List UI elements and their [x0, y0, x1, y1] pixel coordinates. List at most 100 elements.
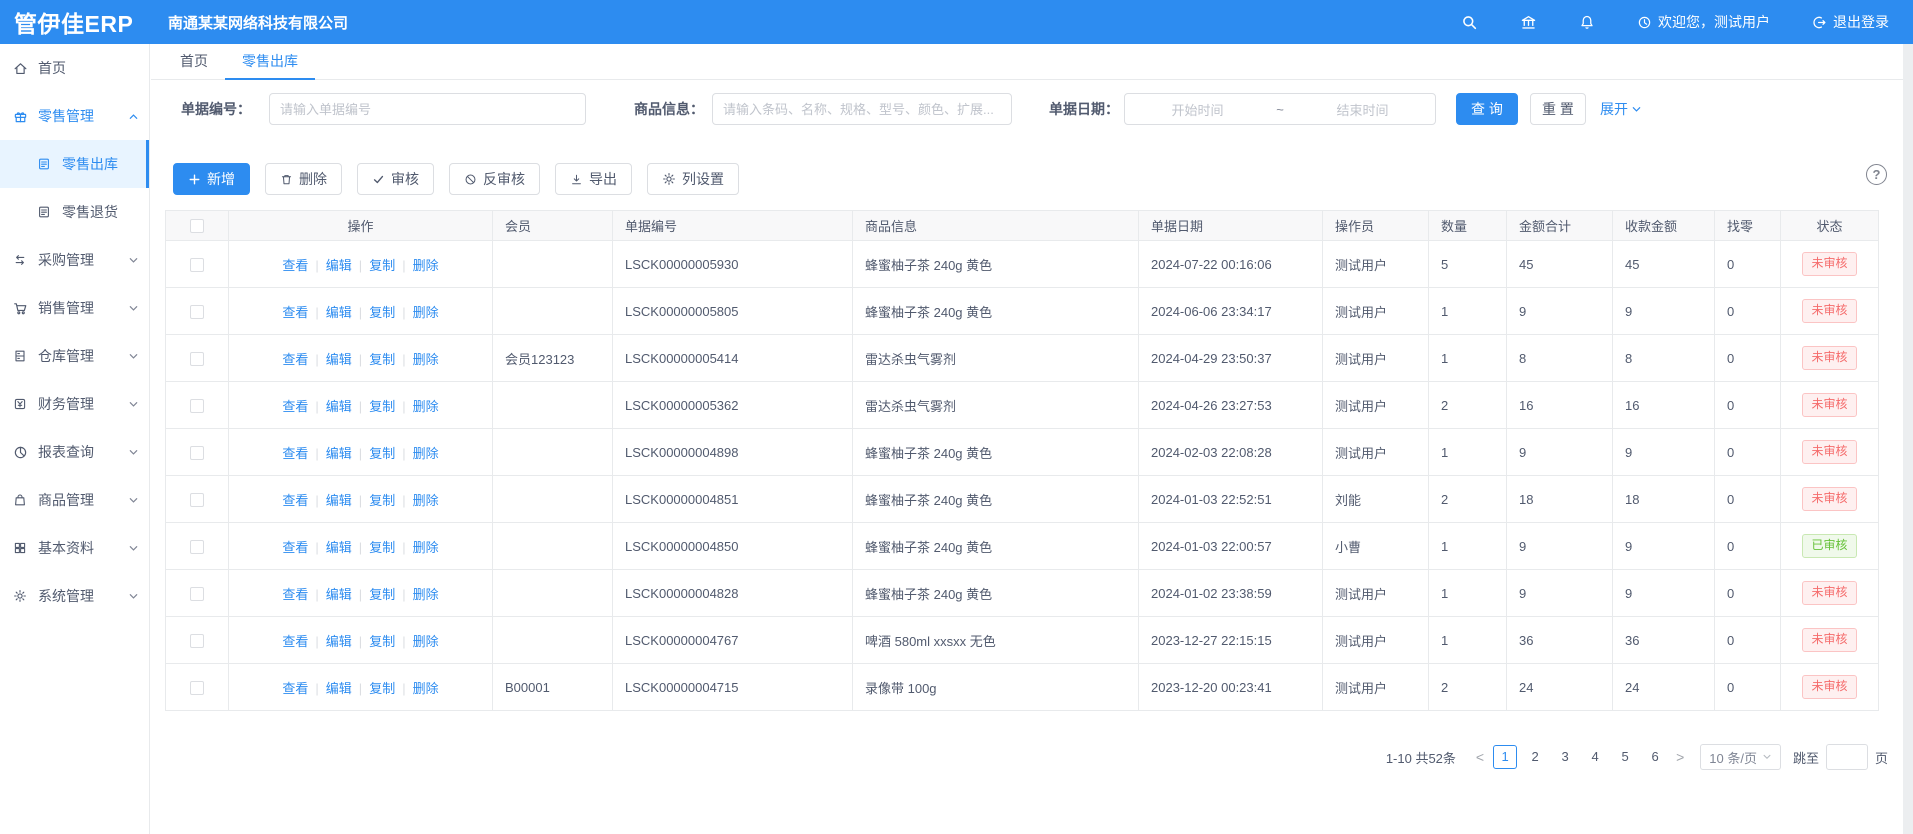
view-link[interactable]: 查看: [282, 681, 308, 696]
sidebar-item-report-query[interactable]: 报表查询: [0, 428, 149, 476]
edit-link[interactable]: 编辑: [326, 258, 352, 273]
edit-link[interactable]: 编辑: [326, 446, 352, 461]
row-checkbox[interactable]: [190, 352, 204, 366]
delete-link[interactable]: 删除: [413, 305, 439, 320]
expand-link[interactable]: 展开: [1600, 99, 1642, 119]
sidebar-item-finance-management[interactable]: 财务管理: [0, 380, 149, 428]
delete-link[interactable]: 删除: [413, 352, 439, 367]
cell-change: 0: [1715, 523, 1781, 570]
audit-button[interactable]: 审核: [357, 163, 434, 195]
copy-link[interactable]: 复制: [369, 446, 395, 461]
delete-link[interactable]: 删除: [413, 634, 439, 649]
page-1[interactable]: 1: [1493, 745, 1517, 769]
edit-link[interactable]: 编辑: [326, 399, 352, 414]
welcome-user[interactable]: 欢迎您，测试用户: [1637, 12, 1770, 32]
page-size-select[interactable]: 10 条/页: [1700, 744, 1781, 770]
date-range-picker[interactable]: 开始时间 ~ 结束时间: [1124, 93, 1436, 125]
view-link[interactable]: 查看: [282, 258, 308, 273]
gear-icon: [662, 172, 676, 186]
view-link[interactable]: 查看: [282, 634, 308, 649]
bank-icon[interactable]: [1520, 14, 1537, 31]
reset-button[interactable]: 重 置: [1530, 93, 1586, 125]
unaudit-button[interactable]: 反审核: [449, 163, 540, 195]
delete-link[interactable]: 删除: [413, 258, 439, 273]
tab-home[interactable]: 首页: [163, 44, 225, 80]
sidebar-item-retail-outbound[interactable]: 零售出库: [0, 140, 149, 188]
add-button[interactable]: 新增: [173, 163, 250, 195]
prev-page-arrow[interactable]: <: [1470, 749, 1490, 765]
bell-icon[interactable]: [1579, 14, 1595, 30]
sync-icon: [13, 253, 29, 267]
help-icon[interactable]: ?: [1866, 164, 1887, 185]
scrollbar-track[interactable]: [1903, 44, 1913, 834]
page-3[interactable]: 3: [1553, 745, 1577, 769]
copy-link[interactable]: 复制: [369, 634, 395, 649]
select-all-checkbox[interactable]: [190, 219, 204, 233]
copy-link[interactable]: 复制: [369, 352, 395, 367]
row-checkbox[interactable]: [190, 258, 204, 272]
delete-link[interactable]: 删除: [413, 493, 439, 508]
export-button[interactable]: 导出: [555, 163, 632, 195]
row-checkbox[interactable]: [190, 493, 204, 507]
view-link[interactable]: 查看: [282, 305, 308, 320]
copy-link[interactable]: 复制: [369, 493, 395, 508]
edit-link[interactable]: 编辑: [326, 681, 352, 696]
status-badge: 未审核: [1802, 252, 1856, 276]
jump-page-input[interactable]: [1826, 744, 1868, 770]
row-checkbox[interactable]: [190, 681, 204, 695]
next-page-arrow[interactable]: >: [1670, 749, 1690, 765]
edit-link[interactable]: 编辑: [326, 305, 352, 320]
view-link[interactable]: 查看: [282, 587, 308, 602]
chevron-down-icon: [128, 399, 139, 410]
copy-link[interactable]: 复制: [369, 399, 395, 414]
search-icon[interactable]: [1461, 14, 1478, 31]
delete-link[interactable]: 删除: [413, 681, 439, 696]
view-link[interactable]: 查看: [282, 352, 308, 367]
sidebar-item-retail-management[interactable]: 零售管理: [0, 92, 149, 140]
delete-button[interactable]: 删除: [265, 163, 342, 195]
page-2[interactable]: 2: [1523, 745, 1547, 769]
sidebar-item-purchase-management[interactable]: 采购管理: [0, 236, 149, 284]
row-checkbox[interactable]: [190, 305, 204, 319]
delete-link[interactable]: 删除: [413, 446, 439, 461]
copy-link[interactable]: 复制: [369, 587, 395, 602]
sidebar-item-warehouse-management[interactable]: 仓库管理: [0, 332, 149, 380]
view-link[interactable]: 查看: [282, 446, 308, 461]
bill-no-input[interactable]: [269, 93, 586, 125]
sidebar-item-system-management[interactable]: 系统管理: [0, 572, 149, 620]
logout-button[interactable]: 退出登录: [1812, 12, 1889, 32]
copy-link[interactable]: 复制: [369, 305, 395, 320]
copy-link[interactable]: 复制: [369, 681, 395, 696]
copy-link[interactable]: 复制: [369, 540, 395, 555]
column-settings-button[interactable]: 列设置: [647, 163, 739, 195]
edit-link[interactable]: 编辑: [326, 352, 352, 367]
delete-link[interactable]: 删除: [413, 540, 439, 555]
tab-retail-outbound[interactable]: 零售出库: [225, 44, 315, 80]
sidebar-item-retail-return[interactable]: 零售退货: [0, 188, 149, 236]
product-input[interactable]: [712, 93, 1012, 125]
row-checkbox[interactable]: [190, 634, 204, 648]
edit-link[interactable]: 编辑: [326, 493, 352, 508]
row-checkbox[interactable]: [190, 540, 204, 554]
edit-link[interactable]: 编辑: [326, 587, 352, 602]
cell-change: 0: [1715, 570, 1781, 617]
sidebar-item-goods-management[interactable]: 商品管理: [0, 476, 149, 524]
sidebar-item-home[interactable]: 首页: [0, 44, 149, 92]
page-6[interactable]: 6: [1643, 745, 1667, 769]
page-5[interactable]: 5: [1613, 745, 1637, 769]
view-link[interactable]: 查看: [282, 493, 308, 508]
delete-link[interactable]: 删除: [413, 399, 439, 414]
view-link[interactable]: 查看: [282, 540, 308, 555]
page-4[interactable]: 4: [1583, 745, 1607, 769]
copy-link[interactable]: 复制: [369, 258, 395, 273]
search-button[interactable]: 查 询: [1456, 93, 1518, 125]
row-checkbox[interactable]: [190, 587, 204, 601]
sidebar-item-sales-management[interactable]: 销售管理: [0, 284, 149, 332]
view-link[interactable]: 查看: [282, 399, 308, 414]
sidebar-item-basic-data[interactable]: 基本资料: [0, 524, 149, 572]
delete-link[interactable]: 删除: [413, 587, 439, 602]
row-checkbox[interactable]: [190, 399, 204, 413]
edit-link[interactable]: 编辑: [326, 540, 352, 555]
edit-link[interactable]: 编辑: [326, 634, 352, 649]
row-checkbox[interactable]: [190, 446, 204, 460]
